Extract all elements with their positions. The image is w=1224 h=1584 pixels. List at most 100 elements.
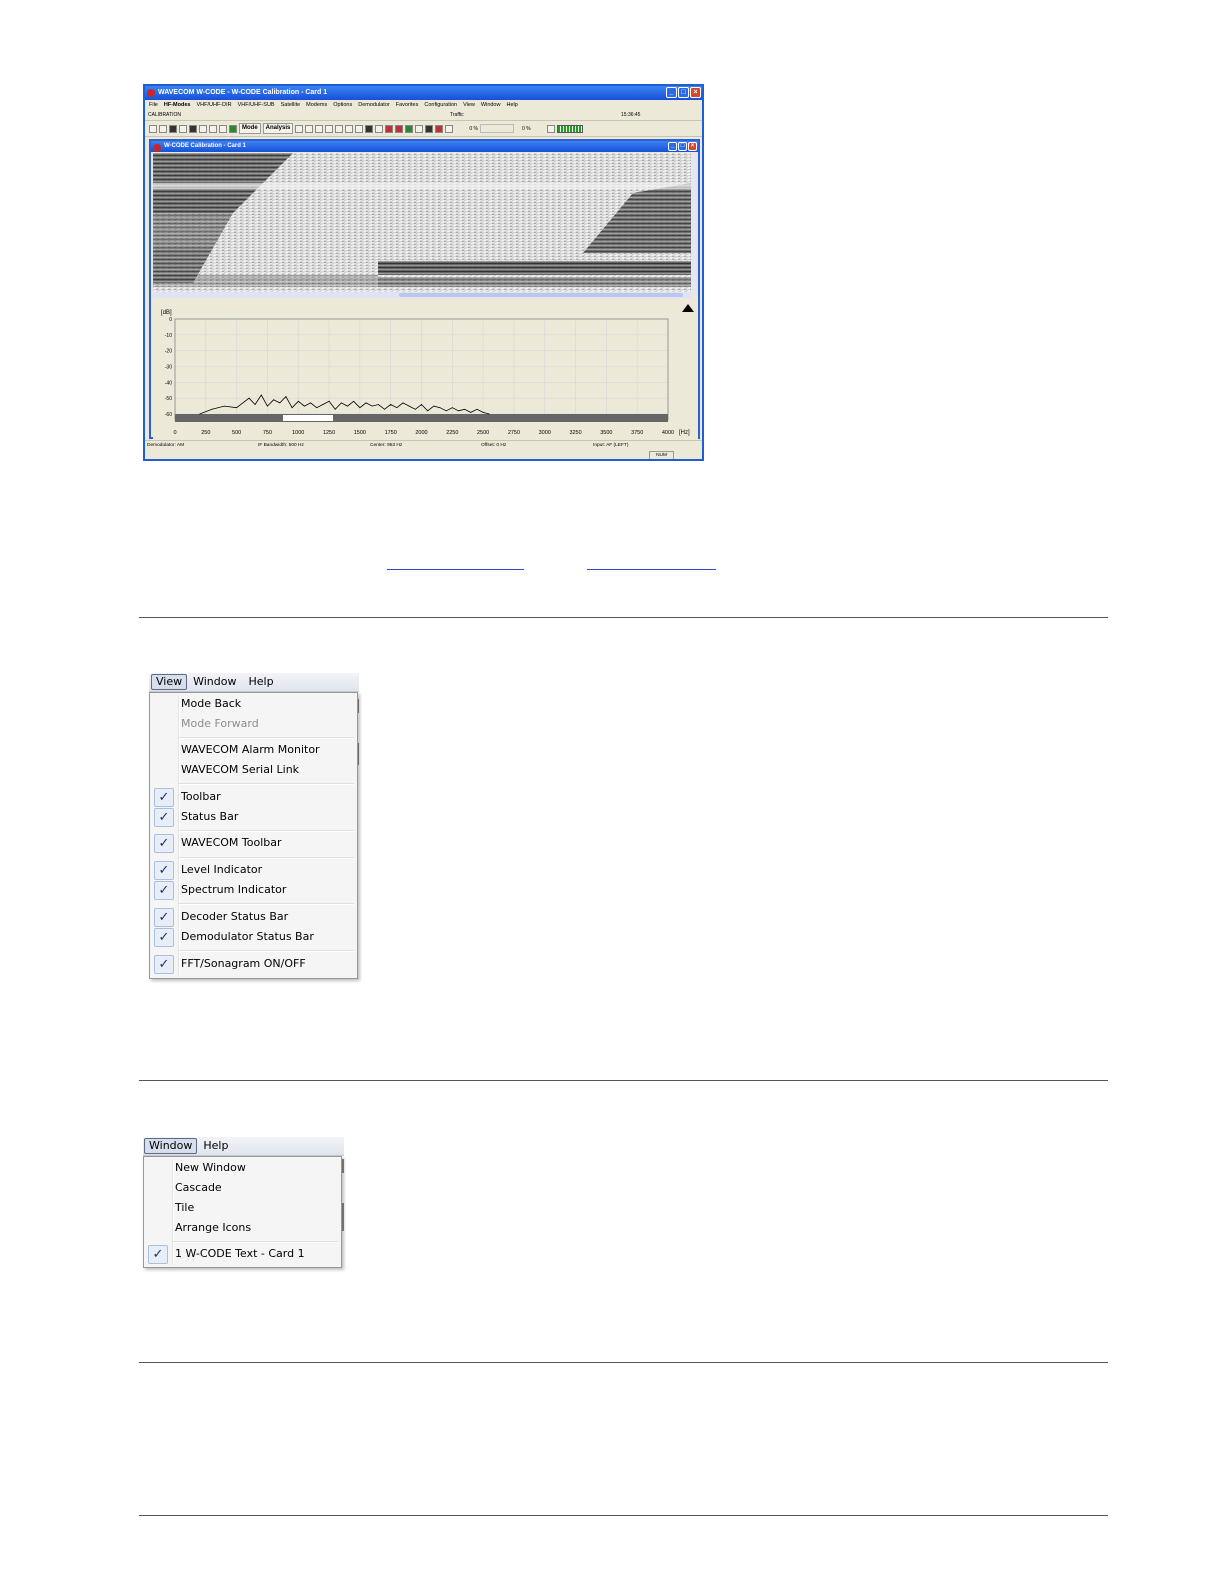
maximize-icon[interactable]: □ <box>678 87 689 98</box>
menu-item-label: New Window <box>175 1161 246 1174</box>
tools-icon[interactable] <box>435 124 444 133</box>
menu-window[interactable]: Window <box>481 100 501 110</box>
menu-item-decoder-status-bar[interactable]: ✓ Decoder Status Bar <box>150 907 357 927</box>
menu-item-demodulator-status-bar[interactable]: ✓ Demodulator Status Bar <box>150 927 357 947</box>
forward-icon[interactable] <box>315 124 324 133</box>
menu-item-mode-back[interactable]: Mode Back <box>150 694 357 714</box>
sonagram-vertical-scrollbar[interactable] <box>691 153 698 295</box>
child-minimize-icon[interactable]: _ <box>668 142 677 151</box>
menu-item-mode-forward: Mode Forward <box>150 714 357 734</box>
back-icon[interactable] <box>295 124 304 133</box>
checkmark-icon: ✓ <box>154 928 174 947</box>
section-divider-2 <box>139 1080 1108 1081</box>
menu-vhf-uhf-dir[interactable]: VHF/UHF-DIR <box>196 100 231 110</box>
refresh-icon[interactable] <box>405 124 414 133</box>
menu-item-cascade[interactable]: Cascade <box>144 1178 341 1198</box>
progress-1-text: 0 % <box>469 125 478 132</box>
monitor-icon[interactable] <box>365 124 374 133</box>
menu-hf-modes[interactable]: HF-Modes <box>164 100 191 110</box>
play-icon[interactable] <box>345 124 354 133</box>
menu-options[interactable]: Options <box>333 100 352 110</box>
plus-icon[interactable] <box>546 124 555 133</box>
menu-item-label: 1 W-CODE Text - Card 1 <box>175 1247 305 1260</box>
sync-icon[interactable] <box>325 124 334 133</box>
menu-help[interactable]: Help <box>506 100 517 110</box>
menu-item-fft-sonagram[interactable]: ✓ FFT/Sonagram ON/OFF <box>150 954 357 974</box>
x-tick-label: 1750 <box>385 430 397 436</box>
menu-item-new-window[interactable]: New Window <box>144 1158 341 1178</box>
scale-up-icon[interactable] <box>682 304 694 312</box>
fft-data-point <box>316 407 318 409</box>
menu-item-alarm-monitor[interactable]: WAVECOM Alarm Monitor <box>150 740 357 760</box>
menu-demodulator[interactable]: Demodulator <box>358 100 390 110</box>
time-status: 15:36:45 <box>621 112 641 118</box>
fft-data-point <box>211 408 213 410</box>
dropdown-icon[interactable] <box>305 124 314 133</box>
menu-separator <box>179 950 354 952</box>
menu-file[interactable]: File <box>149 100 158 110</box>
sonagram-horizontal-scrollbar[interactable] <box>153 292 691 298</box>
app-title-bar: WAVECOM W-CODE - W-CODE Calibration - Ca… <box>145 86 702 100</box>
menu-favorites[interactable]: Favorites <box>396 100 419 110</box>
cut-icon[interactable] <box>219 124 227 133</box>
main-toolbar: Mode Analysis 0 % 0 % <box>145 121 702 137</box>
menu-item-spectrum-indicator[interactable]: ✓ Spectrum Indicator <box>150 880 357 900</box>
mode-button[interactable]: Mode <box>239 123 261 134</box>
menu-header-help[interactable]: Help <box>242 675 279 689</box>
fft-data-point <box>390 404 392 405</box>
menu-satellite[interactable]: Satellite <box>281 100 301 110</box>
stop-icon[interactable] <box>395 124 404 133</box>
menu-view[interactable]: View <box>463 100 475 110</box>
save-icon[interactable] <box>169 124 177 133</box>
menu-header-view[interactable]: View <box>151 674 188 690</box>
menu-item-level-indicator[interactable]: ✓ Level Indicator <box>150 860 357 880</box>
config-icon[interactable] <box>445 124 454 133</box>
analysis-button[interactable]: Analysis <box>262 123 294 134</box>
fft-series-line <box>199 394 490 415</box>
export-icon[interactable] <box>355 124 364 133</box>
fft-data-point <box>414 408 416 410</box>
help-icon[interactable] <box>229 124 237 133</box>
menu-separator <box>173 1241 338 1243</box>
print-preview-icon[interactable] <box>199 124 207 133</box>
menu-item-wavecom-toolbar[interactable]: ✓ WAVECOM Toolbar <box>150 833 357 853</box>
level-indicator <box>556 124 583 133</box>
menu-item-open-window-1[interactable]: ✓ 1 W-CODE Text - Card 1 <box>144 1244 341 1264</box>
binoculars-icon[interactable] <box>209 124 217 133</box>
close-icon[interactable]: × <box>690 87 701 98</box>
filter-icon[interactable] <box>335 124 344 133</box>
child-maximize-icon[interactable]: □ <box>678 142 687 151</box>
child-close-icon[interactable]: × <box>688 142 697 151</box>
menu-modems[interactable]: Modems <box>306 100 327 110</box>
menu-item-arrange-icons[interactable]: Arrange Icons <box>144 1218 341 1238</box>
record-icon[interactable] <box>385 124 394 133</box>
x-tick-label: 3000 <box>539 430 551 436</box>
hyperlink-1[interactable] <box>387 563 524 570</box>
fft-data-point <box>341 402 342 404</box>
menu-header-window[interactable]: Window <box>144 1138 198 1154</box>
copy-icon[interactable] <box>179 124 187 133</box>
fft-data-point <box>451 407 453 409</box>
window-icon[interactable] <box>415 124 424 133</box>
x-tick-label: 4000 <box>662 430 674 436</box>
menu-item-toolbar[interactable]: ✓ Toolbar <box>150 787 357 807</box>
print-icon[interactable] <box>189 124 197 133</box>
menu-configuration[interactable]: Configuration <box>424 100 457 110</box>
new-icon[interactable] <box>149 124 157 133</box>
scroll-thumb[interactable] <box>399 293 683 297</box>
spectrum-icon[interactable] <box>375 124 384 133</box>
menu-item-serial-link[interactable]: WAVECOM Serial Link <box>150 760 357 780</box>
x-tick-label: 3750 <box>631 430 643 436</box>
menu-item-status-bar[interactable]: ✓ Status Bar <box>150 807 357 827</box>
menu-header-window[interactable]: Window <box>187 675 242 689</box>
x-tick-label: 3250 <box>569 430 581 436</box>
menu-header-help[interactable]: Help <box>197 1139 234 1153</box>
open-icon[interactable] <box>159 124 167 133</box>
view-menu-screenshot: View Window Help Mode Back Mode Forward … <box>149 673 360 979</box>
menu-item-tile[interactable]: Tile <box>144 1198 341 1218</box>
minimize-icon[interactable]: _ <box>666 87 677 98</box>
grid-icon[interactable] <box>425 124 434 133</box>
hyperlink-2[interactable] <box>587 563 716 570</box>
menu-vhf-uhf-sub[interactable]: VHF/UHF-SUB <box>238 100 275 110</box>
view-dropdown: Mode Back Mode Forward WAVECOM Alarm Mon… <box>149 692 358 979</box>
